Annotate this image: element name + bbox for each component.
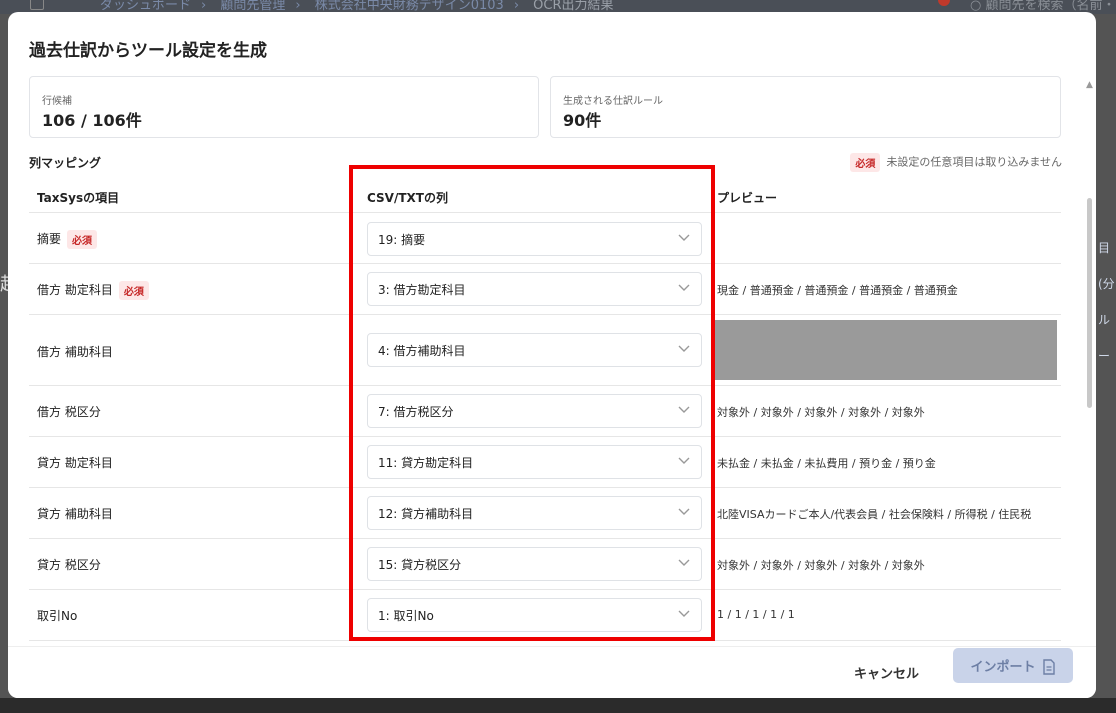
menu-icon [30,0,44,10]
notification-bell-icon [938,0,950,6]
background-bottom [0,698,1116,713]
row-preview: 対象外 / 対象外 / 対象外 / 対象外 / 対象外 [717,559,925,572]
row-label: 摘要 必須 [37,230,103,249]
row-label: 借方 税区分 [37,405,101,419]
stat-value: 90件 [563,111,602,130]
required-badge: 必須 [850,153,881,172]
modal-footer: キャンセル インポート [8,646,1096,698]
row-label: 取引No [37,609,78,623]
import-button[interactable]: インポート [953,648,1073,683]
background-side-text: 目(分 ルー [1098,241,1115,363]
row-label: 借方 補助科目 [37,345,113,359]
row-preview: 現金 / 普通預金 / 普通預金 / 普通預金 / 普通預金 [717,284,958,297]
scrollbar-thumb[interactable] [1087,198,1092,408]
document-icon [1042,659,1055,675]
modal-title: 過去仕訳からツール設定を生成 [29,41,267,61]
highlight-box [349,165,715,641]
column-header-item: TaxSysの項目 [37,191,120,205]
cancel-button[interactable]: キャンセル [846,659,927,686]
required-badge: 必須 [67,230,98,249]
stat-value: 106 / 106件 [42,111,142,130]
row-label: 貸方 税区分 [37,558,101,572]
section-title: 列マッピング [29,156,102,170]
required-notice: 必須 未設定の任意項目は取り込みません [850,153,1062,172]
row-preview: 対象外 / 対象外 / 対象外 / 対象外 / 対象外 [717,406,925,419]
row-preview: 未払金 / 未払金 / 未払費用 / 預り金 / 預り金 [717,457,936,470]
row-preview: 北陸VISAカードご本人/代表会員 / 社会保険料 / 所得税 / 住民税 [717,508,1032,521]
generate-settings-modal: 過去仕訳からツール設定を生成 行候補 106 / 106件 生成される仕訳ルール… [8,12,1096,698]
row-label: 借方 勘定科目 必須 [37,281,155,300]
redacted-preview [712,320,1057,380]
required-badge: 必須 [118,281,149,300]
stat-card-generated-rules: 生成される仕訳ルール 90件 [550,76,1061,138]
row-preview: 1 / 1 / 1 / 1 / 1 [717,608,795,621]
row-label: 貸方 補助科目 [37,507,113,521]
stat-card-row-candidates: 行候補 106 / 106件 [29,76,539,138]
column-header-preview: プレビュー [717,191,778,205]
scroll-up-icon[interactable]: ▲ [1086,80,1093,90]
row-label: 貸方 勘定科目 [37,456,113,470]
stat-label: 生成される仕訳ルール [563,96,663,107]
stat-label: 行候補 [42,96,72,107]
